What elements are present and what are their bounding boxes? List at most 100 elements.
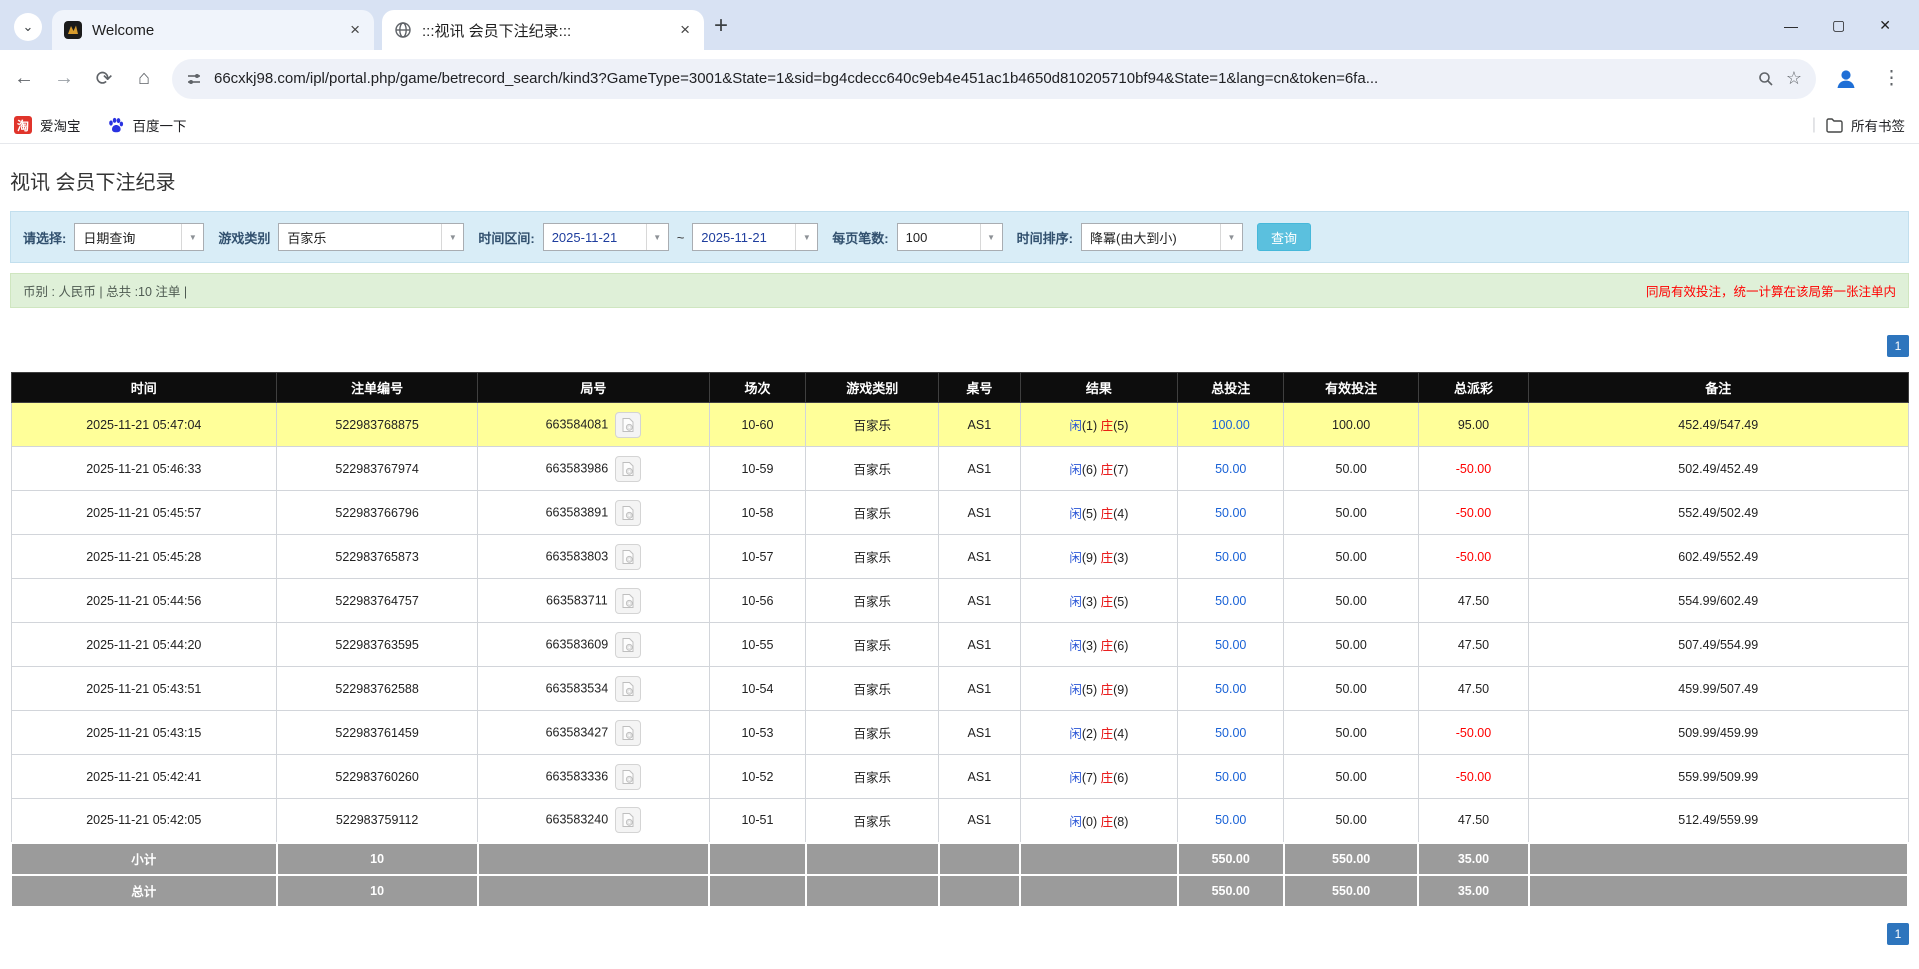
maximize-button[interactable]: ▢ (1832, 17, 1845, 34)
video-record-icon[interactable] (615, 500, 641, 526)
banker-points: (6) (1113, 639, 1128, 653)
payout-cell: 47.50 (1418, 579, 1528, 623)
date-from-select[interactable]: 2025-11-21 ▼ (543, 223, 669, 251)
total-bet-link[interactable]: 50.00 (1215, 638, 1246, 652)
total-bet-link[interactable]: 50.00 (1215, 462, 1246, 476)
round-number: 663583711 (546, 593, 608, 607)
tab-strip: ⌄ Welcome × :::视讯 会员下注纪录::: × + — ▢ ✕ (0, 0, 1919, 50)
video-record-icon[interactable] (615, 720, 641, 746)
search-button[interactable]: 查询 (1257, 223, 1311, 251)
round-number: 663583336 (546, 769, 609, 783)
refresh-icon[interactable]: ⟳ (92, 66, 116, 91)
video-record-icon[interactable] (615, 412, 641, 438)
banker-points: (4) (1113, 507, 1128, 521)
video-record-icon[interactable] (615, 544, 641, 570)
date-from-value: 2025-11-21 (544, 224, 646, 250)
round-number: 663583427 (546, 725, 609, 739)
video-record-icon[interactable] (615, 676, 641, 702)
video-record-icon[interactable] (615, 807, 641, 833)
window-close-button[interactable]: ✕ (1879, 17, 1891, 34)
chevron-down-icon: ▼ (181, 224, 203, 250)
total-bet-link[interactable]: 100.00 (1212, 418, 1250, 432)
tab-close-icon[interactable]: × (346, 20, 364, 40)
note-cell: 507.49/554.99 (1529, 623, 1909, 667)
subtotal-row-cell: 10 (277, 843, 478, 875)
total-bet-link[interactable]: 50.00 (1215, 770, 1246, 784)
payout-value: 47.50 (1458, 594, 1489, 608)
table-number-cell: AS1 (939, 535, 1021, 579)
url-text[interactable]: 66cxkj98.com/ipl/portal.php/game/betreco… (214, 70, 1746, 87)
valid-bet-cell: 50.00 (1284, 447, 1419, 491)
chevron-down-icon: ▼ (1220, 224, 1242, 250)
total-bet-link[interactable]: 50.00 (1215, 550, 1246, 564)
round-number-cell: 663583711 (478, 579, 709, 623)
chevron-down-icon: ▼ (980, 224, 1002, 250)
bookmark-star-icon[interactable]: ☆ (1786, 68, 1802, 89)
result-cell: 闲(9) 庄(3) (1020, 535, 1177, 579)
tab-close-icon[interactable]: × (676, 20, 694, 40)
round-number: 663583803 (546, 549, 609, 563)
tab-bet-record[interactable]: :::视讯 会员下注纪录::: × (382, 10, 704, 50)
player-result: 闲 (1069, 639, 1082, 653)
player-points: (9) (1082, 551, 1097, 565)
page-size-value: 100 (898, 224, 980, 250)
total-bet-link[interactable]: 50.00 (1215, 594, 1246, 608)
page-number-button[interactable]: 1 (1887, 923, 1909, 945)
column-header: 场次 (709, 373, 806, 403)
player-result: 闲 (1069, 815, 1082, 829)
bookmark-baidu[interactable]: 百度一下 (107, 115, 187, 135)
banker-result: 庄 (1101, 727, 1114, 741)
column-header: 游戏类别 (806, 373, 939, 403)
game-type-select[interactable]: 百家乐 ▼ (278, 223, 464, 251)
payout-cell: -50.00 (1418, 447, 1528, 491)
tab-search-button[interactable]: ⌄ (14, 13, 42, 41)
bookmark-aitaobao[interactable]: 淘 爱淘宝 (14, 115, 81, 135)
total-bet-link[interactable]: 50.00 (1215, 506, 1246, 520)
subtotal-row-cell (1529, 843, 1909, 875)
banker-points: (5) (1113, 595, 1128, 609)
back-icon[interactable]: ← (12, 67, 36, 90)
bet-number-cell: 522983765873 (277, 535, 478, 579)
video-record-icon[interactable] (615, 764, 641, 790)
date-range-label: 时间区间: (478, 228, 534, 247)
video-record-icon[interactable] (615, 588, 641, 614)
all-bookmarks-button[interactable]: 所有书签 (1826, 115, 1905, 135)
new-tab-button[interactable]: + (714, 14, 728, 38)
video-record-icon[interactable] (615, 456, 641, 482)
page-number-button[interactable]: 1 (1887, 335, 1909, 357)
date-to-select[interactable]: 2025-11-21 ▼ (692, 223, 818, 251)
forward-icon[interactable]: → (52, 67, 76, 90)
browser-menu-icon[interactable]: ⋮ (1876, 67, 1907, 90)
minimize-button[interactable]: — (1784, 18, 1798, 34)
zoom-icon[interactable] (1758, 71, 1774, 87)
total-bet-link[interactable]: 50.00 (1215, 682, 1246, 696)
table-header: 时间注单编号局号场次游戏类别桌号结果总投注有效投注总派彩备注 (11, 373, 1908, 403)
session-cell: 10-56 (709, 579, 806, 623)
session-cell: 10-53 (709, 711, 806, 755)
video-record-icon[interactable] (615, 632, 641, 658)
sort-order-select[interactable]: 降冪(由大到小) ▼ (1081, 223, 1243, 251)
summary-bar: 币别 : 人民币 | 总共 :10 注单 | 同局有效投注，统一计算在该局第一张… (10, 273, 1909, 308)
banker-points: (8) (1113, 815, 1128, 829)
column-header: 注单编号 (277, 373, 478, 403)
game-type-cell: 百家乐 (806, 711, 939, 755)
table-row: 2025-11-21 05:42:05522983759112663583240… (11, 799, 1908, 843)
query-mode-select[interactable]: 日期查询 ▼ (74, 223, 204, 251)
round-number-cell: 663583336 (478, 755, 709, 799)
tab-welcome[interactable]: Welcome × (52, 10, 374, 50)
address-bar[interactable]: 66cxkj98.com/ipl/portal.php/game/betreco… (172, 59, 1816, 99)
bookmark-label: 百度一下 (133, 115, 187, 135)
total-bet-link[interactable]: 50.00 (1215, 813, 1246, 827)
note-cell: 512.49/559.99 (1529, 799, 1909, 843)
player-points: (5) (1082, 683, 1097, 697)
home-icon[interactable]: ⌂ (132, 67, 156, 90)
site-info-icon[interactable] (186, 71, 202, 87)
player-points: (5) (1082, 507, 1097, 521)
page-size-select[interactable]: 100 ▼ (897, 223, 1003, 251)
game-type-cell: 百家乐 (806, 579, 939, 623)
result-cell: 闲(0) 庄(8) (1020, 799, 1177, 843)
total-bet-link[interactable]: 50.00 (1215, 726, 1246, 740)
game-type-cell: 百家乐 (806, 799, 939, 843)
profile-avatar[interactable] (1832, 65, 1860, 93)
round-number-cell: 663583986 (478, 447, 709, 491)
